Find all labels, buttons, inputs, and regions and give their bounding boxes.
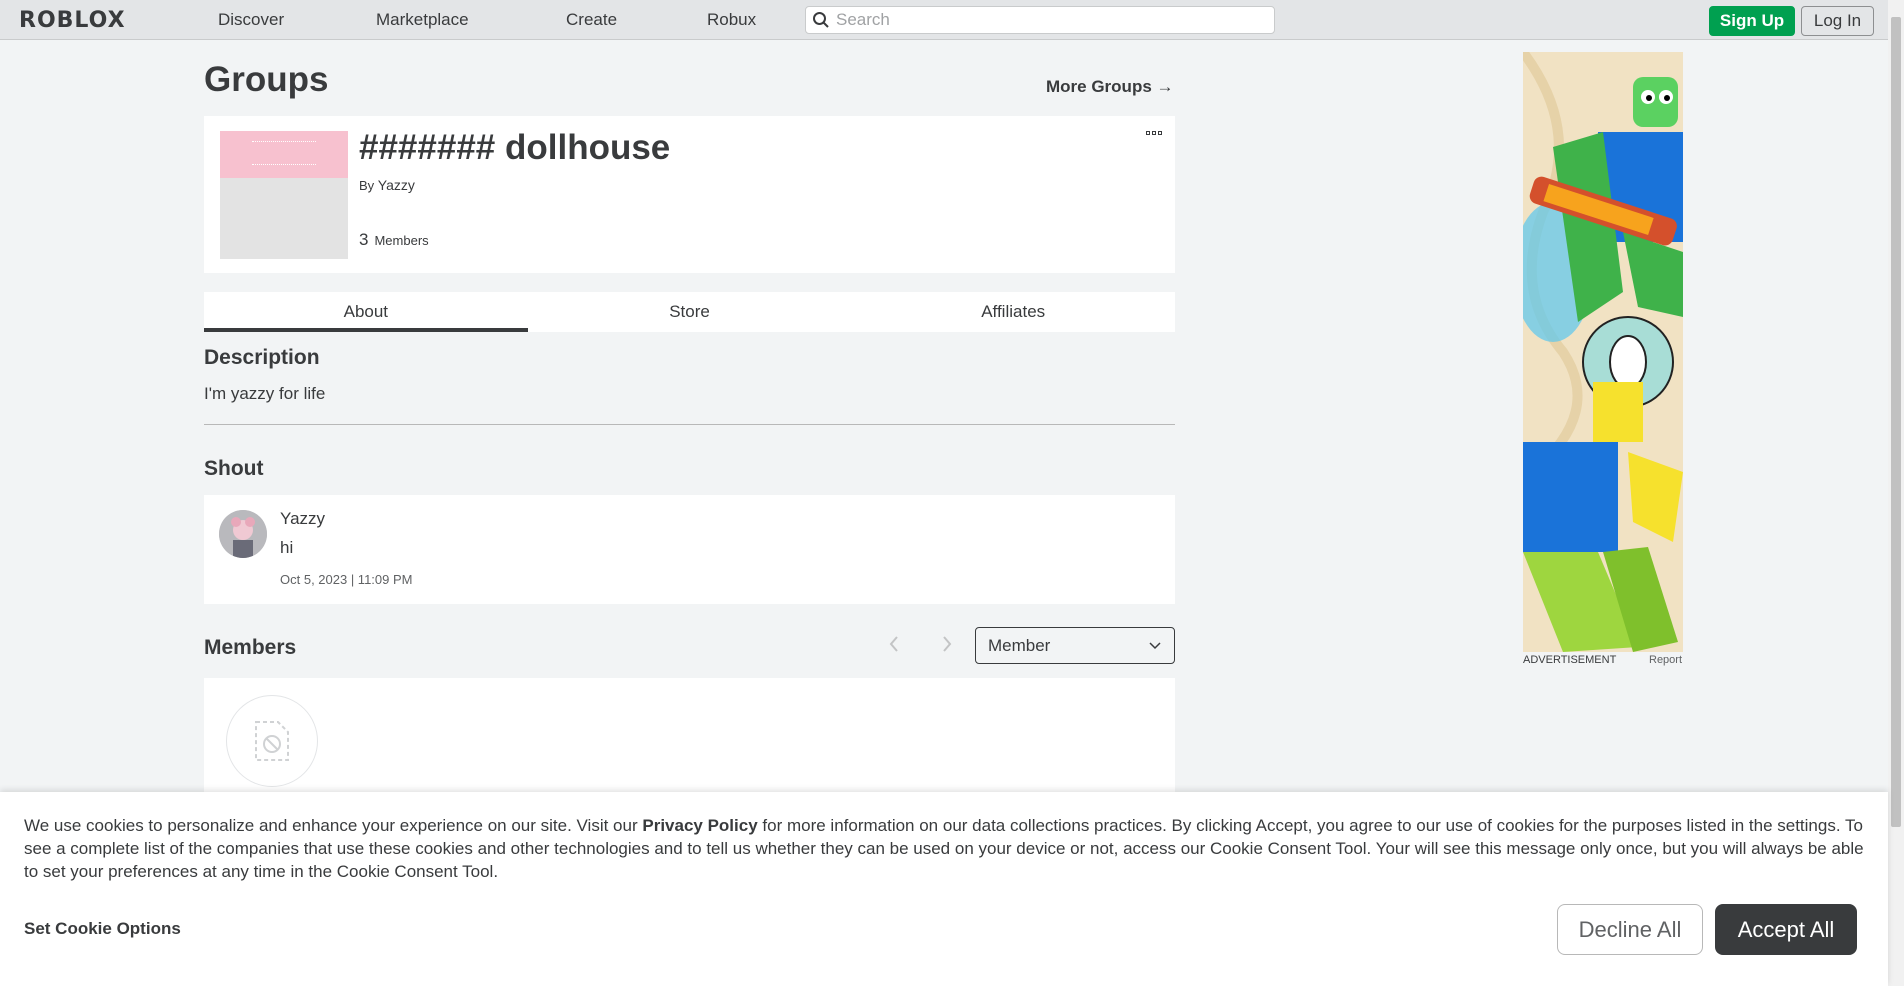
tab-store[interactable]: Store — [528, 292, 852, 332]
unavailable-image-icon — [255, 721, 289, 761]
group-member-count: 3 Members — [359, 230, 429, 250]
owner-prefix: By — [359, 178, 375, 193]
role-dropdown[interactable]: Member — [975, 627, 1175, 664]
group-thumbnail-banner — [220, 131, 348, 178]
log-in-button[interactable]: Log In — [1801, 6, 1874, 36]
description-heading: Description — [204, 346, 320, 369]
group-header-card: ####### dollhouse By Yazzy 3 Members — [204, 116, 1175, 273]
description-text: I'm yazzy for life — [204, 384, 326, 403]
scrollbar-thumb[interactable] — [1891, 17, 1901, 827]
member-avatar-placeholder[interactable] — [226, 695, 318, 787]
members-list — [204, 678, 1175, 798]
tab-about[interactable]: About — [204, 292, 528, 332]
shout-card: Yazzy hi Oct 5, 2023 | 11:09 PM — [204, 495, 1175, 604]
shout-username[interactable]: Yazzy — [280, 509, 325, 529]
group-owner-line: By Yazzy — [359, 177, 415, 193]
owner-link[interactable]: Yazzy — [378, 177, 415, 193]
search-box — [805, 6, 1275, 34]
accept-all-button[interactable]: Accept All — [1715, 904, 1857, 955]
member-count-label: Members — [374, 233, 429, 248]
page-title: Groups — [204, 60, 329, 99]
search-input[interactable] — [836, 10, 1256, 30]
role-dropdown-value: Member — [988, 635, 1051, 655]
shout-message: hi — [280, 538, 294, 557]
privacy-policy-link[interactable]: Privacy Policy — [642, 816, 757, 835]
search-icon[interactable] — [806, 6, 836, 34]
chevron-down-icon — [1148, 637, 1162, 657]
ad-report-link[interactable]: Report — [1649, 654, 1682, 666]
top-nav: ROBLOX Discover Marketplace Create Robux… — [0, 0, 1888, 40]
page-scrollbar[interactable] — [1888, 0, 1904, 986]
group-thumbnail — [220, 131, 348, 259]
advertisement-label: ADVERTISEMENT — [1523, 654, 1617, 666]
advertisement-banner[interactable] — [1523, 52, 1683, 652]
chevron-left-icon[interactable] — [888, 634, 900, 660]
member-count-number: 3 — [359, 230, 369, 249]
group-tabs: About Store Affiliates — [204, 292, 1175, 332]
members-heading: Members — [204, 636, 297, 659]
more-options-icon[interactable] — [1146, 131, 1162, 135]
group-name: ####### dollhouse — [359, 128, 671, 167]
divider — [204, 424, 1175, 425]
nav-create[interactable]: Create — [566, 10, 617, 30]
avatar[interactable] — [219, 510, 267, 558]
sign-up-button[interactable]: Sign Up — [1709, 6, 1795, 36]
decline-all-button[interactable]: Decline All — [1557, 904, 1703, 955]
nav-robux[interactable]: Robux — [707, 10, 756, 30]
shout-timestamp: Oct 5, 2023 | 11:09 PM — [280, 572, 413, 587]
set-cookie-options-link[interactable]: Set Cookie Options — [24, 919, 181, 939]
cookie-message: We use cookies to personalize and enhanc… — [24, 814, 1869, 883]
tab-affiliates[interactable]: Affiliates — [851, 292, 1175, 332]
nav-discover[interactable]: Discover — [218, 10, 284, 30]
cookie-banner: We use cookies to personalize and enhanc… — [0, 792, 1888, 986]
shout-heading: Shout — [204, 457, 264, 480]
chevron-right-icon[interactable] — [941, 634, 953, 660]
cookie-text-before: We use cookies to personalize and enhanc… — [24, 816, 643, 835]
more-groups-link[interactable]: More Groups → — [1046, 77, 1174, 97]
nav-marketplace[interactable]: Marketplace — [376, 10, 469, 30]
roblox-logo[interactable]: ROBLOX — [19, 8, 126, 33]
